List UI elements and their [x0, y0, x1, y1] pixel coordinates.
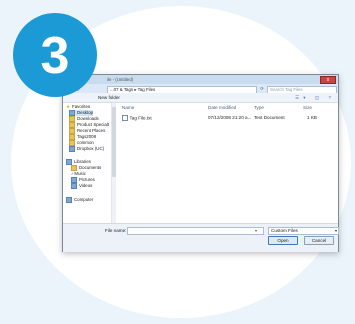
desktop-icon	[69, 110, 75, 116]
title-bar: ile - (Untitled) x	[63, 75, 338, 84]
chevron-down-icon: ▾	[334, 227, 337, 233]
folder-icon	[69, 140, 75, 146]
file-row[interactable]: Tag File.txt 07/12/2008 21:20 a... Text …	[117, 113, 338, 121]
scrollbar-thumb[interactable]	[112, 107, 116, 177]
column-size[interactable]: Size	[303, 105, 312, 110]
dropbox-icon	[69, 146, 75, 152]
sidebar-computer[interactable]: Computer	[66, 197, 93, 203]
new-folder-button[interactable]: New folder	[98, 95, 120, 100]
view-options-icon[interactable]: ☰▾ ◫ ?	[295, 95, 335, 101]
file-type-cell: Text Document	[254, 114, 285, 120]
column-headers: Name Date modified Type Size	[117, 103, 338, 111]
star-icon: ★	[66, 104, 71, 109]
refresh-icon[interactable]: ⟳	[259, 86, 265, 92]
window-title: ile - (Untitled)	[107, 77, 134, 82]
folder-icon	[69, 134, 75, 140]
sidebar-scrollbar[interactable]	[112, 103, 116, 223]
column-date-modified[interactable]: Date modified	[208, 105, 236, 110]
computer-icon	[66, 197, 72, 203]
toolbar: New folder ☰▾ ◫ ?	[63, 93, 338, 103]
recent-places-icon	[69, 128, 75, 134]
libraries-icon	[66, 159, 72, 165]
navigation-pane: ★ Favorites Desktop Downloads Product Spe…	[63, 103, 112, 223]
sidebar-item-videos[interactable]: Videos	[71, 183, 92, 189]
filename-dropdown-icon[interactable]: ▾	[253, 228, 259, 234]
filename-input[interactable]	[127, 226, 264, 235]
file-size-cell: 1 KB	[307, 114, 317, 120]
text-file-icon	[122, 114, 128, 121]
downloads-icon	[69, 116, 75, 122]
file-date-cell: 07/12/2008 21:20 a...	[208, 114, 252, 120]
open-file-dialog: ile - (Untitled) x ...07 & Tags ▸ Tag Fi…	[62, 74, 339, 252]
folder-icon	[69, 122, 75, 128]
step-badge: 3	[13, 13, 97, 97]
open-button[interactable]: Open	[268, 236, 298, 245]
address-bar: ...07 & Tags ▸ Tag Files ⟳ Search Tag Fi…	[63, 84, 338, 94]
file-name-cell: Tag File.txt	[122, 114, 152, 121]
dialog-footer: File name: ▾ Custom Files ▾ Open Cancel	[63, 223, 339, 252]
file-type-select[interactable]: Custom Files ▾	[268, 226, 339, 235]
pictures-icon	[71, 177, 77, 183]
column-name[interactable]: Name	[122, 105, 134, 110]
documents-icon	[71, 165, 77, 171]
column-type[interactable]: Type	[254, 105, 264, 110]
cancel-button[interactable]: Cancel	[304, 236, 334, 245]
sidebar-item-dropbox[interactable]: Dropbox (UC)	[69, 146, 104, 152]
videos-icon	[71, 183, 77, 189]
filename-label: File name:	[105, 228, 127, 233]
close-button[interactable]: x	[320, 76, 336, 84]
